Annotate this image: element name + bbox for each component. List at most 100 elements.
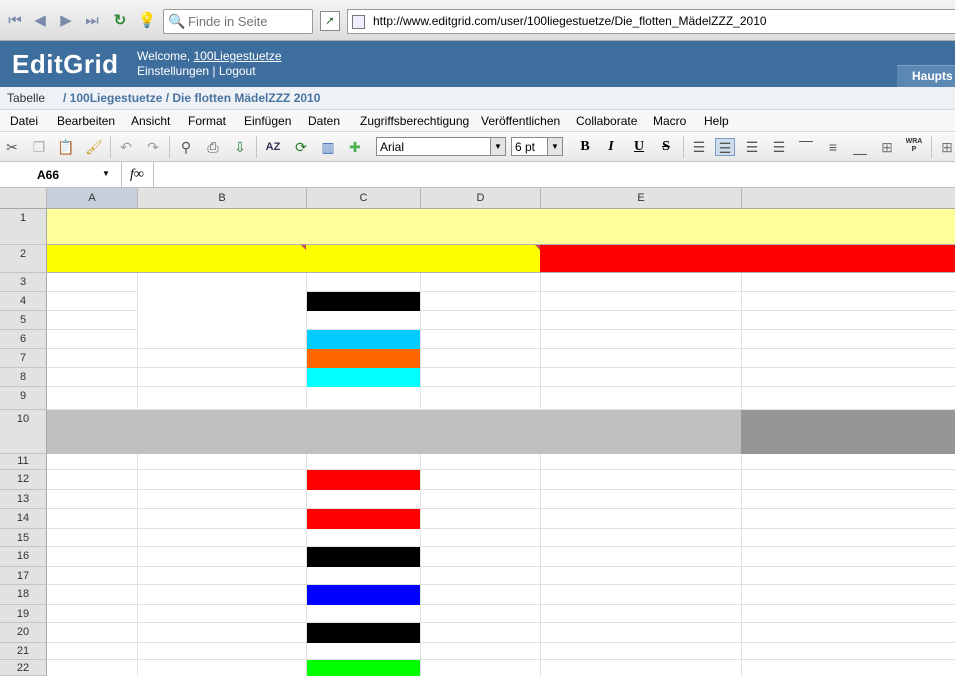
cell-c18[interactable] [307, 585, 420, 605]
plugin-icon[interactable]: ✚ [345, 138, 365, 156]
align-right-icon[interactable]: ☰ [742, 138, 762, 156]
table-row[interactable] [47, 643, 955, 660]
breadcrumb-path[interactable]: / 100Liegestuetze / Die flotten MädelZZZ… [63, 91, 320, 105]
menu-format[interactable]: Format [188, 114, 226, 128]
cell-c6[interactable] [307, 330, 420, 349]
menu-bearbeiten[interactable]: Bearbeiten [57, 114, 115, 128]
table-row[interactable] [47, 490, 955, 509]
print-icon[interactable]: ⎙ [203, 138, 223, 156]
row-header[interactable]: 20 [0, 623, 47, 643]
chevron-down-icon[interactable]: ▼ [547, 138, 562, 155]
comment-indicator[interactable] [535, 245, 540, 250]
row-header[interactable]: 12 [0, 470, 47, 490]
row-header[interactable]: 2 [0, 245, 47, 273]
row-header[interactable]: 13 [0, 490, 47, 509]
valign-bottom-icon[interactable]: ⎽ [850, 138, 870, 156]
forward-icon[interactable]: ▶ [56, 11, 76, 31]
function-icon[interactable]: f∞ [130, 167, 144, 183]
row-header[interactable]: 16 [0, 547, 47, 567]
row-header[interactable]: 7 [0, 349, 47, 368]
cell-c4[interactable] [307, 292, 420, 311]
chevron-down-icon[interactable]: ▼ [102, 169, 110, 178]
row-header[interactable]: 4 [0, 292, 47, 311]
row-header[interactable]: 3 [0, 273, 47, 292]
table-row[interactable] [47, 368, 955, 387]
home-button[interactable]: Haupts [897, 65, 955, 87]
table-row[interactable] [47, 529, 955, 547]
underline-button[interactable]: U [629, 138, 649, 156]
last-page-icon[interactable]: ⏭ [82, 11, 102, 31]
row-header[interactable]: 19 [0, 605, 47, 623]
menu-einfuegen[interactable]: Einfügen [244, 114, 291, 128]
chart-icon[interactable]: ▥ [318, 138, 338, 156]
column-header-e[interactable]: E [541, 188, 742, 208]
row-header[interactable]: 6 [0, 330, 47, 349]
chevron-down-icon[interactable]: ▼ [490, 138, 505, 155]
column-header-c[interactable]: C [307, 188, 421, 208]
row-header[interactable]: 5 [0, 311, 47, 330]
table-row[interactable] [47, 454, 955, 470]
row-header[interactable]: 22 [0, 660, 47, 676]
table-row[interactable] [47, 349, 955, 368]
row-2-yellow-band[interactable] [47, 245, 540, 273]
address-bar[interactable]: http://www.editgrid.com/user/100liegestu… [347, 9, 955, 34]
first-page-icon[interactable]: ⏮ [5, 11, 25, 31]
cell-c14[interactable] [307, 509, 420, 529]
row-10-gray-band[interactable] [47, 410, 741, 454]
go-icon[interactable]: ➚ [320, 11, 340, 31]
row-header[interactable]: 10 [0, 410, 47, 454]
row-header[interactable]: 11 [0, 454, 47, 470]
wrap-text-button[interactable]: WRA P [904, 138, 924, 156]
menu-daten[interactable]: Daten [308, 114, 340, 128]
merged-cell-b3-b5[interactable] [138, 273, 306, 330]
menu-ansicht[interactable]: Ansicht [131, 114, 170, 128]
row-header[interactable]: 8 [0, 368, 47, 387]
row-header[interactable]: 18 [0, 585, 47, 605]
valign-top-icon[interactable]: ⎺ [796, 138, 816, 156]
paste-icon[interactable]: 📋 [56, 138, 76, 156]
row-1-band[interactable] [47, 209, 955, 245]
find-in-page-field[interactable]: 🔍 [163, 9, 313, 34]
settings-link[interactable]: Einstellungen [137, 64, 209, 78]
table-row[interactable] [47, 509, 955, 529]
menu-zugriffsberechtigung[interactable]: Zugriffsberechtigung [360, 114, 469, 128]
copy-icon[interactable]: ❐ [29, 138, 49, 156]
cell-c20[interactable] [307, 623, 420, 643]
back-icon[interactable]: ◀ [30, 11, 50, 31]
italic-button[interactable]: I [601, 138, 621, 156]
sort-az-icon[interactable]: AZ [263, 138, 283, 156]
table-row[interactable] [47, 605, 955, 623]
font-size-select[interactable]: 6 pt ▼ [511, 137, 563, 156]
export-icon[interactable]: ⇩ [230, 138, 250, 156]
refresh-data-icon[interactable]: ⟳ [291, 138, 311, 156]
valign-middle-icon[interactable]: ≡ [823, 138, 843, 156]
align-justify-icon[interactable]: ☰ [769, 138, 789, 156]
menu-collaborate[interactable]: Collaborate [576, 114, 637, 128]
row-header[interactable]: 1 [0, 209, 47, 245]
editgrid-logo[interactable]: EditGrid [12, 49, 119, 80]
url-text[interactable]: http://www.editgrid.com/user/100liegestu… [373, 14, 767, 28]
row-10-dark-gray-band[interactable] [741, 410, 955, 454]
menu-help[interactable]: Help [704, 114, 729, 128]
cell-c7[interactable] [307, 349, 420, 368]
row-header[interactable]: 21 [0, 643, 47, 660]
cell-c22[interactable] [307, 660, 420, 676]
cell-c16[interactable] [307, 547, 420, 567]
table-row[interactable] [47, 567, 955, 585]
undo-icon[interactable]: ↶ [116, 138, 136, 156]
table-row[interactable] [47, 585, 955, 605]
align-left-icon[interactable]: ☰ [689, 138, 709, 156]
column-header-f[interactable] [742, 188, 955, 208]
merge-cells-icon[interactable]: ⊞ [877, 138, 897, 156]
table-row[interactable] [47, 330, 955, 349]
cell-reference-box[interactable]: A66 ▼ [0, 162, 122, 187]
strikethrough-button[interactable]: S [656, 138, 676, 156]
cut-icon[interactable]: ✂ [2, 138, 22, 156]
menu-datei[interactable]: Datei [10, 114, 38, 128]
find-in-page-input[interactable] [188, 13, 308, 30]
table-row[interactable] [47, 387, 955, 410]
column-header-d[interactable]: D [421, 188, 541, 208]
username-link[interactable]: 100Liegestuetze [193, 49, 281, 63]
align-center-icon[interactable]: ☰ [715, 138, 735, 156]
table-row[interactable] [47, 660, 955, 676]
